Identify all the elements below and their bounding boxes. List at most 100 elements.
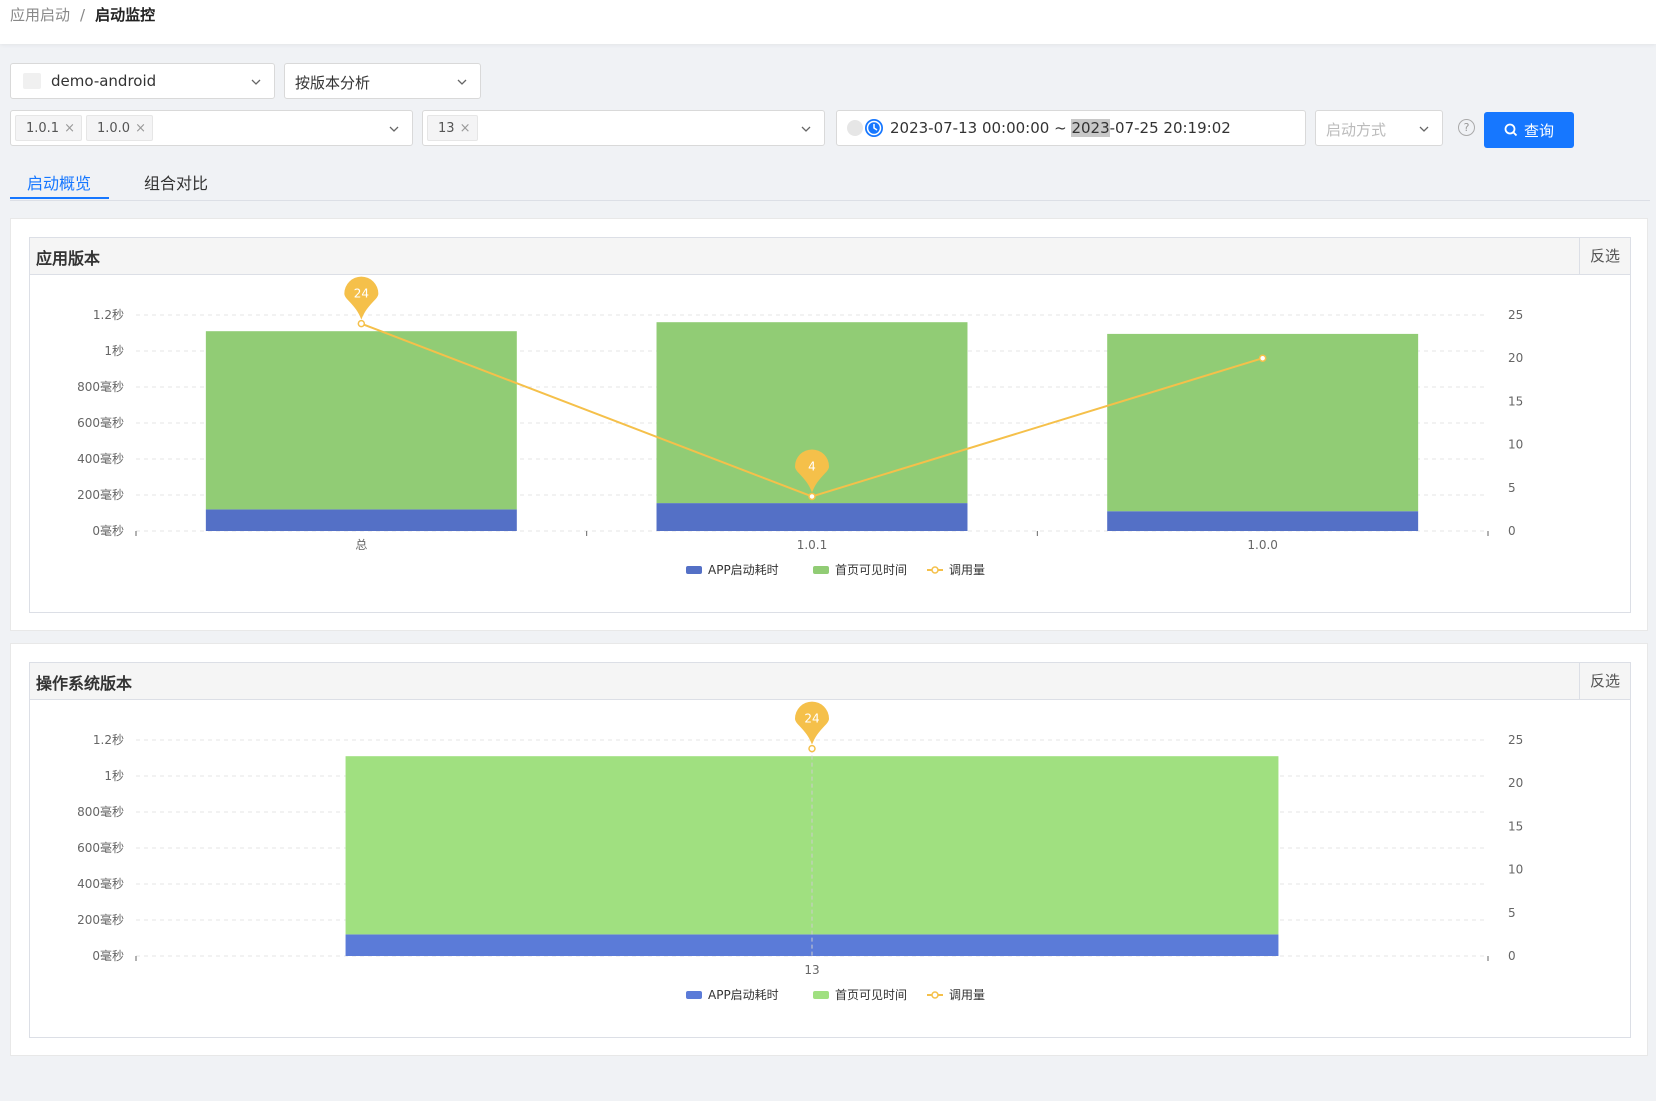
legend-swatch <box>813 991 829 999</box>
y-left-tick-label: 1秒 <box>104 769 124 783</box>
date-range-picker[interactable]: 2023-07-13 00:00:00 ~ 2023-07-25 20:19:0… <box>836 110 1306 146</box>
y-left-tick-label: 200毫秒 <box>77 487 124 502</box>
tab-bar: 启动概览 组合对比 <box>10 160 1650 201</box>
legend-label: 调用量 <box>949 988 985 1002</box>
legend-swatch <box>813 566 829 574</box>
app-icon <box>23 73 41 89</box>
y-left-tick-label: 600毫秒 <box>77 840 124 855</box>
breadcrumb-parent-link[interactable]: 应用启动 <box>10 6 70 24</box>
chevron-down-icon <box>389 126 399 132</box>
y-left-tick-label: 0毫秒 <box>92 948 124 963</box>
os-version-tag-label: 13 <box>438 121 455 136</box>
app-select[interactable]: demo-android <box>10 63 275 99</box>
legend-label: APP启动耗时 <box>708 988 779 1002</box>
chevron-down-icon <box>251 79 261 85</box>
point-calls <box>808 492 816 501</box>
search-icon <box>1504 123 1518 137</box>
invert-selection-button[interactable]: 反选 <box>1579 663 1630 699</box>
y-left-tick-label: 400毫秒 <box>77 876 124 891</box>
chevron-down-icon <box>1419 126 1429 132</box>
os-version-chart: 0毫秒 200毫秒 400毫秒 600毫秒 800毫秒 1秒 1.2秒 0 5 10 15 20 25 1… <box>77 701 1523 1002</box>
y-right-tick-label: 20 <box>1508 351 1523 365</box>
invert-selection-button[interactable]: 反选 <box>1579 238 1630 274</box>
launch-mode-select[interactable]: 启动方式 <box>1315 110 1443 146</box>
y-right-tick-label: 0 <box>1508 949 1516 963</box>
y-left-tick-label: 1.2秒 <box>93 733 124 747</box>
legend-swatch <box>686 991 702 999</box>
version-tag-label: 1.0.1 <box>26 121 60 136</box>
chevron-down-icon <box>457 79 467 85</box>
y-right-tick-label: 15 <box>1508 394 1523 408</box>
query-button[interactable]: 查询 <box>1484 112 1574 148</box>
query-button-label: 查询 <box>1524 122 1555 140</box>
close-icon[interactable]: × <box>135 116 146 142</box>
x-tick-label: 1.0.1 <box>797 538 828 552</box>
bar-app-launch-time <box>205 509 517 531</box>
x-tick-label: 1.0.0 <box>1247 538 1278 552</box>
point-calls <box>1258 354 1267 362</box>
help-icon[interactable]: ? <box>1458 119 1475 136</box>
y-left-tick-label: 0毫秒 <box>92 523 124 538</box>
breadcrumb-current: 启动监控 <box>95 6 156 24</box>
card-header: 应用版本 反选 <box>30 238 1630 275</box>
y-right-tick-label: 25 <box>1508 733 1523 747</box>
app-version-panel: 应用版本 反选 0毫秒 200毫秒 400毫秒 600毫秒 800毫秒 1秒 1.2秒 0 5 1… <box>10 218 1648 631</box>
analysis-mode-value: 按版本分析 <box>295 74 371 92</box>
marker-label: 24 <box>354 287 369 301</box>
y-right-tick-label: 0 <box>1508 524 1516 538</box>
y-right-tick-label: 10 <box>1508 863 1523 877</box>
marker-label: 24 <box>804 712 819 726</box>
top-header: 应用启动 / 启动监控 <box>0 0 1656 44</box>
active-tab-indicator <box>10 197 109 199</box>
version-tag-label: 1.0.0 <box>97 121 131 136</box>
tab-combination-compare[interactable]: 组合对比 <box>144 170 208 194</box>
marker-label: 4 <box>808 459 816 473</box>
legend-label: 首页可见时间 <box>835 988 907 1002</box>
os-version-card: 操作系统版本 反选 0毫秒 200毫秒 400毫秒 600毫秒 800毫秒 1秒 1.2秒 0… <box>29 662 1631 1038</box>
date-end: -07-25 20:19:02 <box>1109 119 1231 137</box>
legend-swatch <box>686 566 702 574</box>
breadcrumb: 应用启动 / 启动监控 <box>10 4 155 26</box>
y-left-tick-label: 600毫秒 <box>77 415 124 430</box>
date-end-year: 2023 <box>1071 119 1110 137</box>
card-title: 操作系统版本 <box>36 674 133 693</box>
os-version-panel: 操作系统版本 反选 0毫秒 200毫秒 400毫秒 600毫秒 800毫秒 1秒 1.2秒 0… <box>10 643 1648 1056</box>
bar-first-screen-time <box>205 331 517 510</box>
app-version-multiselect[interactable]: 1.0.1 × 1.0.0 × <box>10 110 413 146</box>
legend-label: 首页可见时间 <box>835 563 907 577</box>
analysis-mode-select[interactable]: 按版本分析 <box>284 63 481 99</box>
y-left-tick-label: 400毫秒 <box>77 451 124 466</box>
y-right-tick-label: 20 <box>1508 776 1523 790</box>
launch-mode-placeholder: 启动方式 <box>1326 121 1387 139</box>
y-left-tick-label: 800毫秒 <box>77 804 124 819</box>
y-left-tick-label: 200毫秒 <box>77 912 124 927</box>
app-select-value: demo-android <box>51 72 157 90</box>
y-left-tick-label: 800毫秒 <box>77 379 124 394</box>
os-version-multiselect[interactable]: 13 × <box>422 110 825 146</box>
y-left-tick-label: 1秒 <box>104 344 124 358</box>
legend-label: 调用量 <box>949 563 985 577</box>
clock-icon <box>865 119 883 137</box>
y-right-tick-label: 15 <box>1508 819 1523 833</box>
chevron-down-icon <box>801 126 811 132</box>
legend-swatch-point <box>931 991 939 999</box>
close-icon[interactable]: × <box>460 116 471 142</box>
app-version-card: 应用版本 反选 0毫秒 200毫秒 400毫秒 600毫秒 800毫秒 1秒 1.2秒 0 5 1… <box>29 237 1631 613</box>
version-tag: 1.0.1 × <box>15 115 83 142</box>
x-tick-label: 13 <box>804 963 819 977</box>
app-version-chart: 0毫秒 200毫秒 400毫秒 600毫秒 800毫秒 1秒 1.2秒 0 5 10 15 20 25 总… <box>77 276 1523 577</box>
legend-swatch-point <box>931 566 939 574</box>
y-left-tick-label: 1.2秒 <box>93 308 124 322</box>
tab-launch-overview[interactable]: 启动概览 <box>27 170 91 194</box>
y-right-tick-label: 10 <box>1508 438 1523 452</box>
y-right-tick-label: 5 <box>1508 481 1516 495</box>
breadcrumb-separator: / <box>80 6 86 24</box>
os-version-tag: 13 × <box>427 115 478 141</box>
date-start: 2023-07-13 00:00:00 <box>890 119 1050 137</box>
clock-icon <box>847 120 863 136</box>
bar-first-screen-time <box>345 756 1279 935</box>
close-icon[interactable]: × <box>64 116 75 142</box>
card-title: 应用版本 <box>36 249 101 268</box>
card-header: 操作系统版本 反选 <box>30 663 1630 700</box>
y-right-tick-label: 25 <box>1508 308 1523 322</box>
